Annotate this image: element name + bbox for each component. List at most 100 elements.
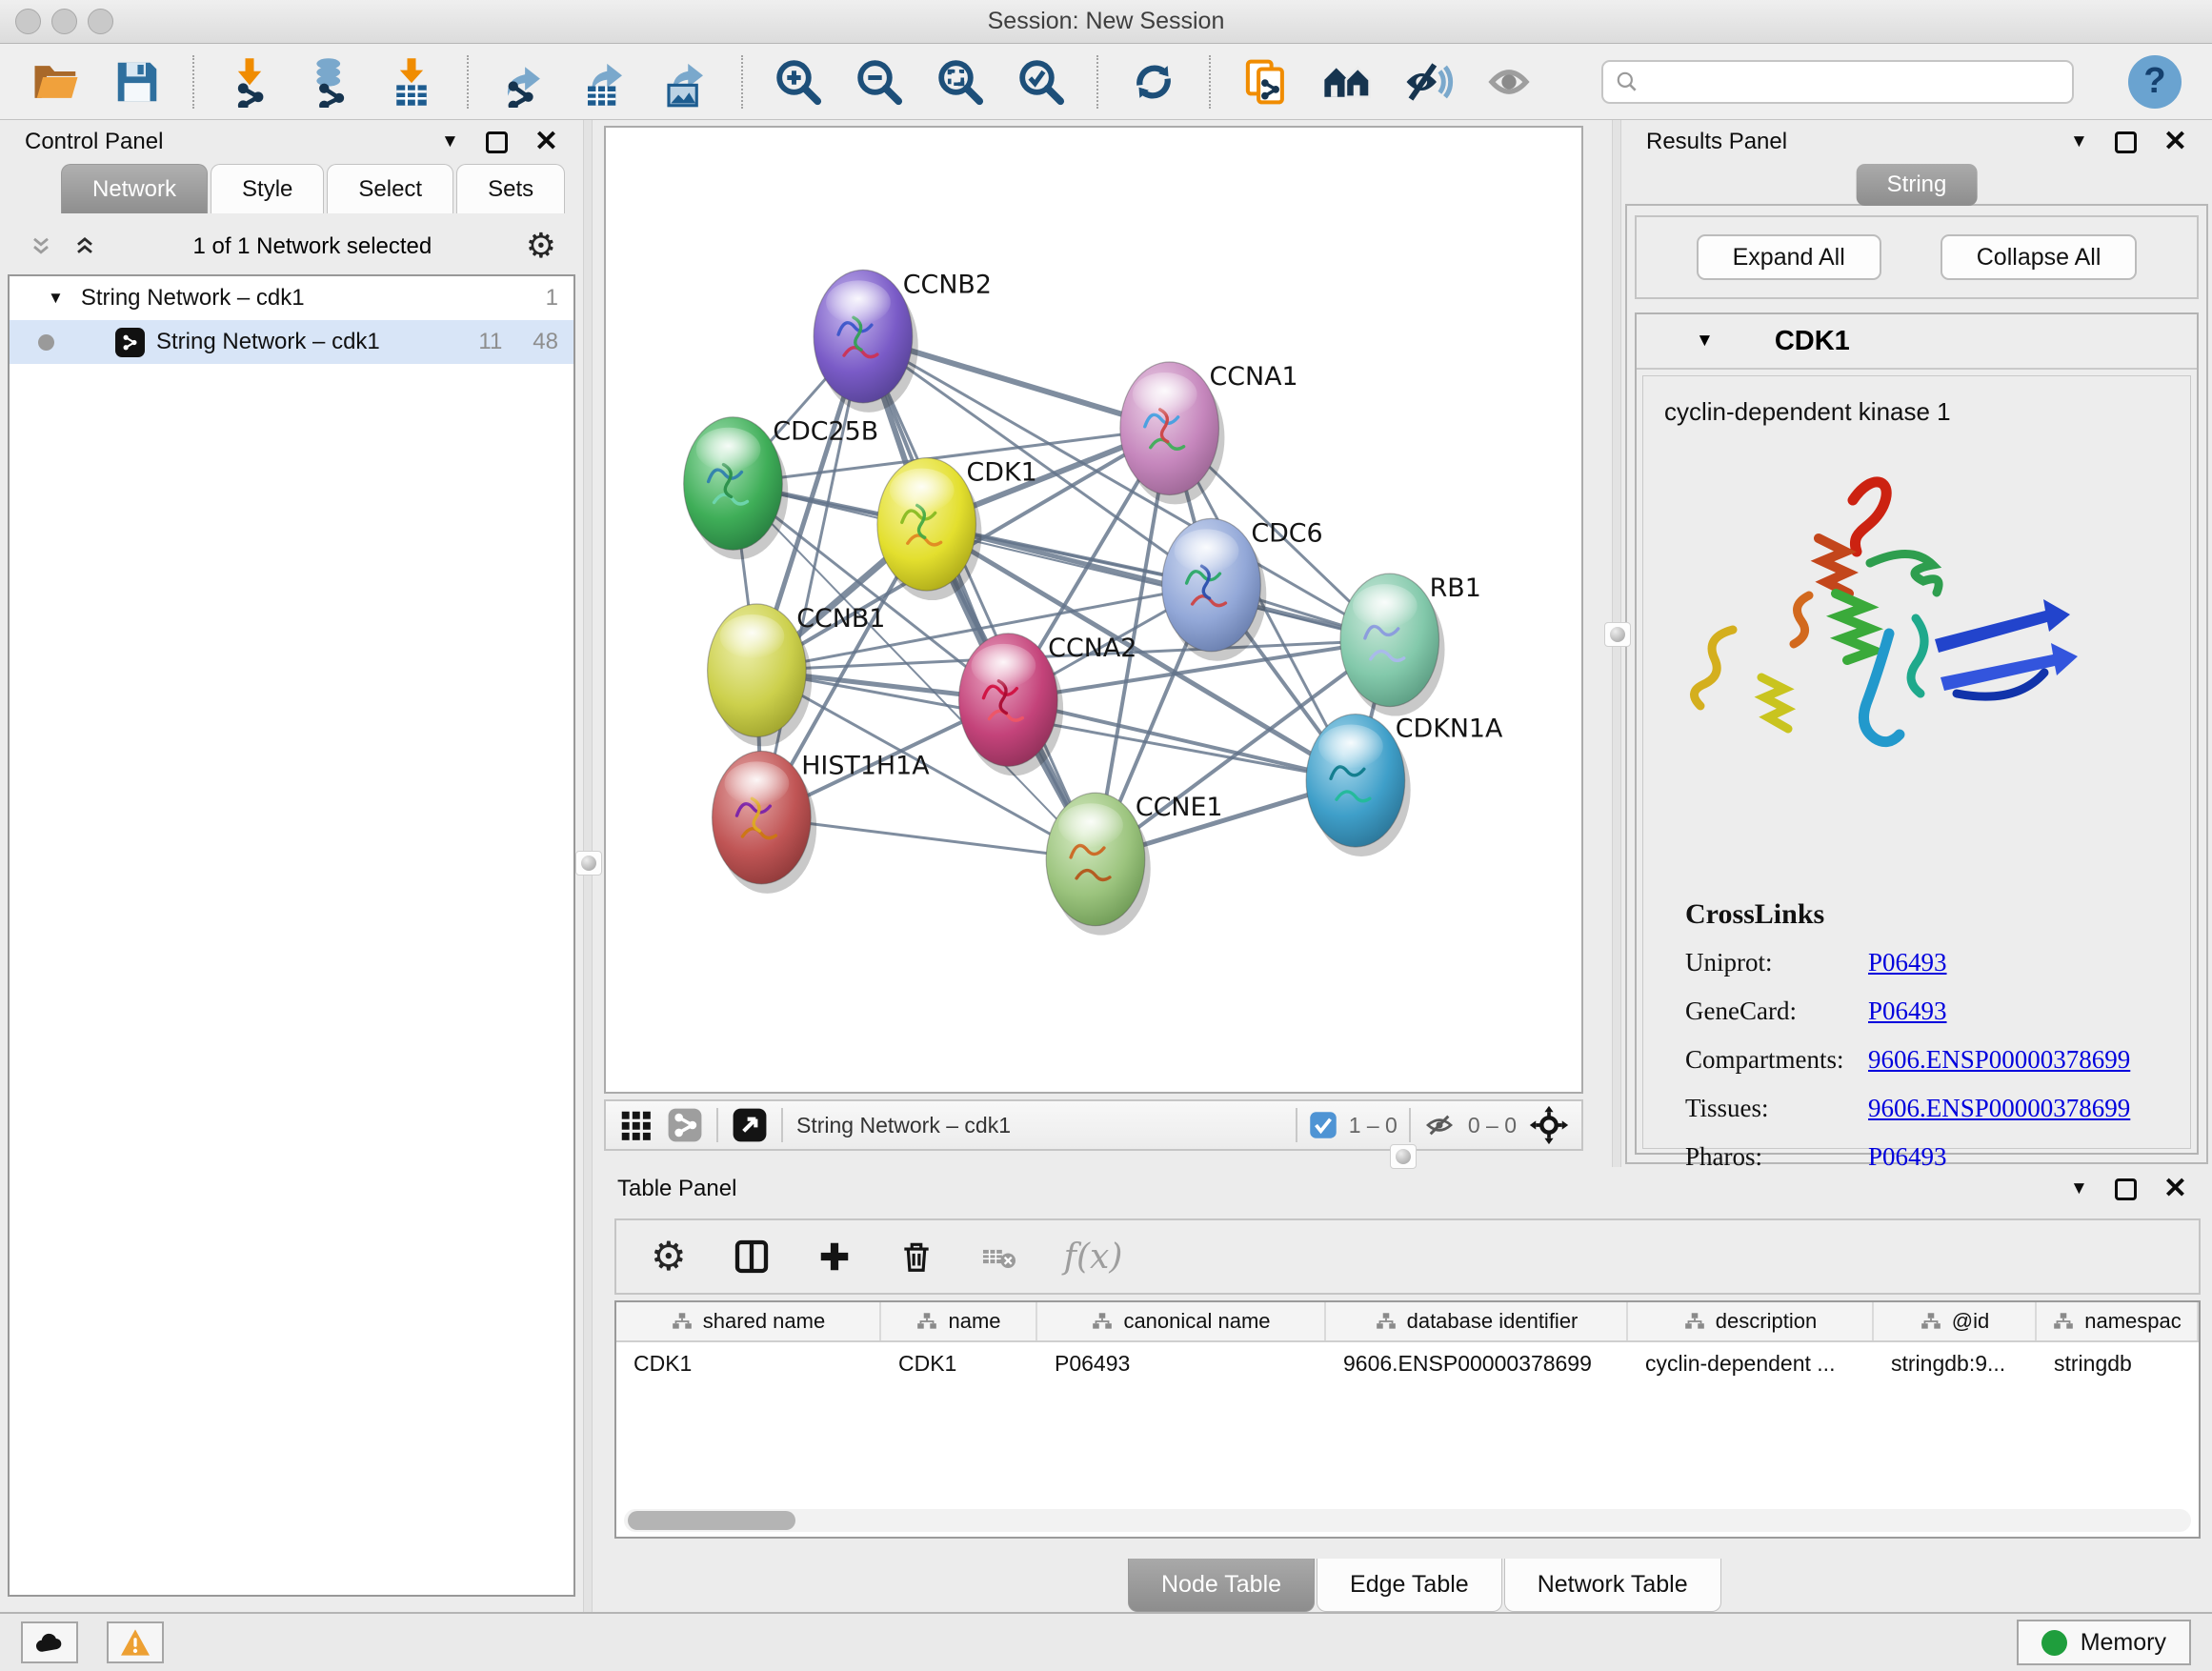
selected-checkbox-icon[interactable] [1309, 1111, 1337, 1139]
table-cell[interactable]: CDK1 [881, 1342, 1037, 1384]
search-input[interactable] [1649, 70, 2061, 94]
import-table-file-icon[interactable] [386, 56, 437, 108]
pan-crosshair-icon[interactable] [1528, 1104, 1570, 1146]
show-all-icon[interactable] [1483, 56, 1535, 108]
crosslink-link[interactable]: P06493 [1868, 997, 1947, 1026]
node-CDC25B[interactable]: CDC25B [684, 417, 878, 560]
node-CCNB2[interactable]: CCNB2 [814, 270, 992, 413]
table-cell[interactable]: stringdb:9... [1874, 1342, 2037, 1384]
network-collection-row[interactable]: ▼ String Network – cdk1 1 [10, 276, 573, 320]
node-CDK1[interactable]: CDK1 [877, 458, 1037, 601]
show-graphics-details-icon[interactable] [1321, 56, 1373, 108]
panel-close-icon[interactable]: ✕ [2163, 1175, 2187, 1203]
panel-float-icon[interactable] [2115, 1178, 2137, 1200]
network-overview-icon[interactable] [667, 1107, 703, 1143]
export-network-icon[interactable] [498, 56, 550, 108]
memory-button[interactable]: Memory [2017, 1620, 2191, 1665]
edge-CCNB2-CCNE1[interactable] [863, 336, 1096, 859]
app-window: Session: New Session ? Control [0, 0, 2212, 1671]
open-session-icon[interactable] [30, 56, 82, 108]
tab-node-table[interactable]: Node Table [1128, 1559, 1315, 1612]
tab-network-table[interactable]: Network Table [1504, 1559, 1721, 1612]
tab-sets[interactable]: Sets [456, 164, 565, 213]
copy-style-icon[interactable] [1240, 56, 1292, 108]
zoom-out-icon[interactable] [854, 56, 905, 108]
tab-style[interactable]: Style [211, 164, 324, 213]
panel-float-icon[interactable] [2115, 131, 2137, 153]
node-CCNE1[interactable]: CCNE1 [1046, 793, 1222, 936]
zoom-fit-icon[interactable] [935, 56, 986, 108]
table-cell[interactable]: stringdb [2037, 1342, 2199, 1384]
open-in-window-icon[interactable] [732, 1107, 768, 1143]
panel-collapse-icon[interactable]: ▼ [2070, 1178, 2088, 1199]
birds-eye-view-icon[interactable] [617, 1107, 654, 1143]
refresh-view-icon[interactable] [1128, 56, 1179, 108]
collapse-all-button[interactable]: Collapse All [1941, 234, 2138, 280]
edge-CCNB2-HIST1H1A[interactable] [761, 336, 863, 817]
network-options-gear-icon[interactable]: ⚙ [526, 230, 556, 264]
network-row[interactable]: String Network – cdk1 11 48 [10, 320, 573, 364]
node-CDC6[interactable]: CDC6 [1162, 518, 1323, 661]
table-cell[interactable]: CDK1 [616, 1342, 881, 1384]
warnings-button[interactable] [107, 1621, 164, 1663]
crosslink-link[interactable]: 9606.ENSP00000378699 [1868, 1045, 2130, 1075]
table-cell[interactable]: cyclin-dependent ... [1628, 1342, 1874, 1384]
panel-close-icon[interactable]: ✕ [2163, 128, 2187, 156]
expand-all-icon[interactable] [70, 233, 99, 260]
delete-column-icon[interactable] [898, 1238, 935, 1275]
gene-card-header[interactable]: ▼ CDK1 [1637, 314, 2197, 370]
help-icon[interactable]: ? [2128, 55, 2182, 109]
close-window-button[interactable] [15, 9, 41, 34]
export-image-icon[interactable] [660, 56, 712, 108]
network-canvas[interactable]: CCNB2 CCNA1 CDC25BCDK1 CDC6RB1 CCNB1 CCNA2 CDK… [604, 126, 1583, 1094]
table-cell[interactable]: 9606.ENSP00000378699 [1326, 1342, 1628, 1384]
export-table-icon[interactable] [579, 56, 631, 108]
create-column-icon[interactable] [816, 1238, 853, 1275]
panel-collapse-icon[interactable]: ▼ [441, 131, 459, 152]
node-HIST1H1A[interactable]: HIST1H1A [713, 751, 931, 894]
node-table[interactable]: shared namenamecanonical namedatabase id… [614, 1300, 2201, 1539]
tab-string[interactable]: String [1857, 164, 1978, 206]
panel-float-icon[interactable] [486, 131, 508, 153]
table-options-gear-icon[interactable]: ⚙ [651, 1237, 687, 1277]
node-CCNA1[interactable]: CCNA1 [1120, 362, 1298, 505]
import-network-file-icon[interactable] [224, 56, 275, 108]
column-header--id[interactable]: @id [1874, 1302, 2037, 1340]
right-splitter-handle[interactable] [1604, 622, 1631, 647]
node-CCNA2[interactable]: CCNA2 [959, 634, 1137, 776]
show-columns-icon[interactable] [733, 1238, 771, 1276]
import-network-database-icon[interactable] [305, 56, 356, 108]
zoom-selected-icon[interactable] [1016, 56, 1067, 108]
node-CCNB1[interactable]: CCNB1 [708, 604, 886, 747]
expand-all-button[interactable]: Expand All [1697, 234, 1881, 280]
maximize-window-button[interactable] [88, 9, 113, 34]
table-horizontal-scrollbar[interactable] [624, 1509, 2191, 1532]
panel-close-icon[interactable]: ✕ [534, 128, 558, 156]
panel-collapse-icon[interactable]: ▼ [2070, 131, 2088, 152]
zoom-in-icon[interactable] [773, 56, 824, 108]
save-session-icon[interactable] [111, 56, 163, 108]
tree-expand-icon[interactable]: ▼ [48, 289, 64, 308]
cloud-status-button[interactable] [21, 1621, 78, 1663]
table-cell[interactable]: P06493 [1037, 1342, 1326, 1384]
gene-collapse-icon[interactable]: ▼ [1696, 331, 1714, 352]
crosslink-link[interactable]: 9606.ENSP00000378699 [1868, 1094, 2130, 1123]
minimize-window-button[interactable] [51, 9, 77, 34]
crosslink-link[interactable]: P06493 [1868, 948, 1947, 977]
tab-select[interactable]: Select [327, 164, 453, 213]
node-CDKN1A[interactable]: CDKN1A [1306, 714, 1503, 856]
hide-selected-icon[interactable] [1402, 56, 1454, 108]
column-header-description[interactable]: description [1628, 1302, 1874, 1340]
horizontal-splitter-handle[interactable] [1390, 1144, 1417, 1169]
tab-network[interactable]: Network [61, 164, 208, 213]
column-header-database-identifier[interactable]: database identifier [1326, 1302, 1628, 1340]
column-header-shared-name[interactable]: shared name [616, 1302, 881, 1340]
column-header-canonical-name[interactable]: canonical name [1037, 1302, 1326, 1340]
collapse-all-icon[interactable] [27, 233, 55, 260]
scrollbar-thumb[interactable] [628, 1511, 795, 1530]
tab-edge-table[interactable]: Edge Table [1317, 1559, 1502, 1612]
node-RB1[interactable]: RB1 [1340, 574, 1481, 716]
left-splitter-handle[interactable] [575, 851, 602, 876]
column-header-name[interactable]: name [881, 1302, 1037, 1340]
column-header-namespac[interactable]: namespac [2037, 1302, 2199, 1340]
